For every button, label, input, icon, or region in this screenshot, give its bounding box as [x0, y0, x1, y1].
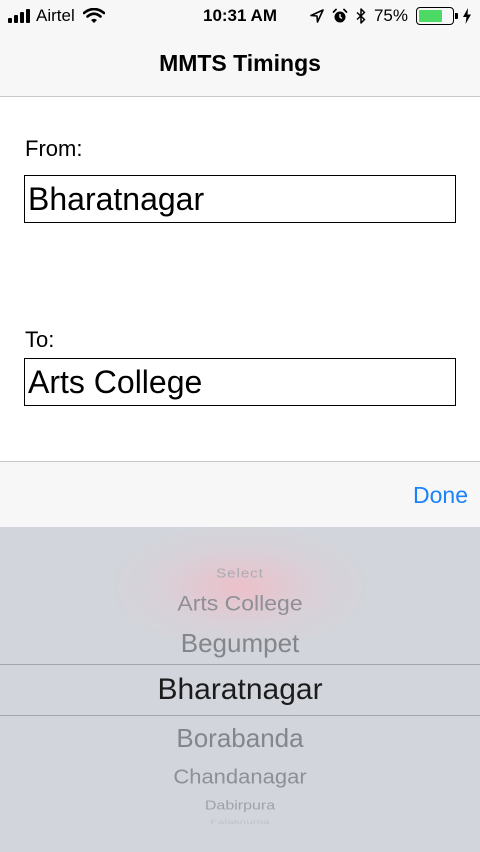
alarm-icon [332, 8, 348, 23]
battery-icon [416, 7, 458, 25]
battery-percent: 75% [373, 6, 408, 25]
to-station-field[interactable]: Arts College [24, 358, 456, 406]
navigation-bar: MMTS Timings [0, 34, 480, 97]
from-station-field[interactable]: Bharatnagar [24, 175, 456, 223]
to-label: To: [25, 327, 55, 352]
picker-item-begumpet[interactable]: Begumpet [0, 628, 480, 659]
picker-item-arts-college[interactable]: Arts College [0, 591, 480, 616]
page-title: MMTS Timings [159, 50, 321, 76]
picker-selection-bottom-line [0, 715, 480, 716]
picker-item-dabirpura[interactable]: Dabirpura [0, 799, 480, 814]
done-button[interactable]: Done [413, 482, 468, 509]
picker-item-chandanagar[interactable]: Chandanagar [0, 765, 480, 789]
charging-bolt-icon [463, 8, 471, 24]
picker-item-bharatnagar[interactable]: Bharatnagar [0, 673, 480, 707]
station-picker[interactable]: Select Arts College Begumpet Bharatnagar… [0, 527, 480, 852]
picker-item-borabanda[interactable]: Borabanda [0, 723, 480, 754]
picker-item-select[interactable]: Select [0, 566, 480, 580]
picker-item-falaknuma[interactable]: Falaknuma [0, 819, 480, 826]
picker-selection-top-line [0, 664, 480, 665]
status-bar: Airtel 10:31 AM 75% [0, 0, 480, 34]
from-label: From: [25, 136, 83, 161]
bluetooth-icon [356, 8, 366, 24]
location-arrow-icon [310, 9, 324, 23]
status-right: 75% [310, 6, 472, 26]
picker-toolbar: Done [0, 461, 480, 528]
battery-fill [419, 10, 442, 22]
